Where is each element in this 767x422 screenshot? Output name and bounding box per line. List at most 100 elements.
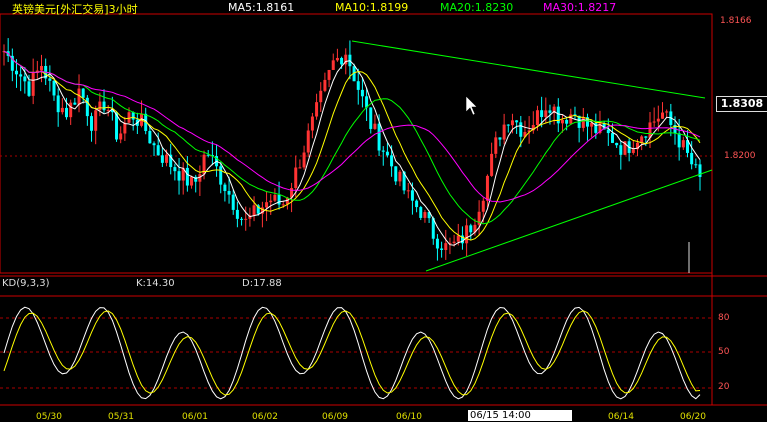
candle-body — [415, 200, 419, 208]
ma5-label: MA5:1.8161 — [228, 1, 295, 14]
candle-body — [252, 205, 256, 216]
ma30-label: MA30:1.8217 — [543, 1, 617, 14]
candle-body — [40, 65, 44, 71]
candle-body — [94, 110, 98, 131]
candle-body — [565, 119, 569, 124]
candle-body — [281, 204, 285, 206]
candle-body — [515, 120, 519, 123]
candle-body — [544, 110, 548, 118]
candle-body — [127, 112, 131, 123]
candle-body — [177, 171, 181, 181]
candle-body — [619, 145, 623, 155]
candle-body — [694, 164, 698, 166]
candle-body — [119, 133, 123, 140]
candle-body — [652, 121, 656, 123]
candle-body — [469, 225, 473, 233]
candle-body — [231, 194, 235, 210]
candle-body — [23, 76, 27, 82]
candle-body — [640, 136, 644, 143]
candle-body — [444, 243, 448, 250]
candle-body — [240, 218, 244, 220]
price-tick-top: 1.8166 — [720, 16, 752, 26]
candle-body — [510, 120, 514, 126]
candle-body — [223, 184, 227, 192]
chart-title: 英镑美元[外汇交易]3小时 — [12, 3, 138, 16]
candle-body — [540, 110, 544, 118]
candle-body — [123, 122, 127, 134]
current-price-box: 1.8308 — [716, 96, 767, 112]
candle-body — [15, 70, 19, 75]
mouse-cursor-icon — [465, 95, 478, 116]
candle-body — [310, 116, 314, 131]
candle-body — [31, 72, 35, 96]
candle-body — [302, 152, 306, 168]
candle-body — [152, 143, 156, 146]
candle-body — [377, 123, 381, 151]
candle-body — [440, 248, 444, 250]
candle-body — [381, 150, 385, 152]
candle-body — [360, 89, 364, 97]
candle-body — [356, 81, 360, 90]
trendline-lower — [425, 169, 713, 272]
candle-body — [419, 207, 423, 218]
candle-body — [160, 155, 164, 163]
candle-body — [465, 225, 469, 244]
candle-body — [306, 130, 310, 153]
candle-body — [319, 90, 323, 103]
candle-body — [219, 166, 223, 185]
candle-body — [690, 152, 694, 165]
candle-body — [335, 57, 339, 61]
candle-body — [56, 95, 60, 113]
ma10-line — [3, 50, 701, 241]
candle-body — [535, 110, 539, 125]
candle-body — [648, 122, 652, 138]
candle-body — [27, 81, 31, 96]
candle-body — [610, 133, 614, 143]
candle-body — [385, 151, 389, 156]
candle-body — [665, 111, 669, 113]
candle-body — [644, 136, 648, 138]
candle-body — [452, 241, 456, 243]
candle-body — [373, 123, 377, 129]
candle-body — [331, 60, 335, 70]
chart-stage: 英镑美元[外汇交易]3小时 MA5:1.8161 MA10:1.8199 MA2… — [0, 0, 767, 422]
candle-body — [265, 202, 269, 208]
kd-d-value: D:17.88 — [242, 278, 282, 289]
candle-body — [173, 167, 177, 172]
candle-body — [410, 190, 414, 201]
kd-d-line — [3, 310, 701, 396]
candle-body — [406, 190, 410, 192]
candle-body — [131, 112, 135, 120]
candle-body — [494, 137, 498, 154]
candle-body — [481, 200, 485, 212]
candle-body — [519, 122, 523, 137]
candle-body — [660, 112, 664, 119]
candle-body — [506, 124, 510, 126]
candle-body — [273, 194, 277, 201]
candle-body — [498, 137, 502, 140]
candle-body — [165, 154, 169, 163]
price-tick-mid: 1.8200 — [724, 151, 756, 161]
price-panel-frame — [0, 13, 713, 274]
candle-body — [106, 110, 110, 112]
candle-body — [65, 107, 69, 118]
candle-body — [581, 117, 585, 128]
candle-body — [19, 74, 23, 77]
candle-body — [681, 140, 685, 148]
ma20-label: MA20:1.8230 — [440, 1, 514, 14]
candle-body — [490, 153, 494, 176]
candle-body — [327, 69, 331, 80]
kd-k-value: K:14.30 — [136, 278, 175, 289]
candle-body — [102, 101, 106, 111]
candle-body — [98, 101, 102, 111]
candle-body — [560, 119, 564, 124]
candle-body — [69, 102, 73, 118]
kd-k-line — [3, 306, 701, 400]
kd-tick-80: 80 — [718, 313, 730, 323]
candle-body — [148, 130, 152, 144]
candle-body — [435, 238, 439, 249]
candle-body — [315, 102, 319, 117]
chart-canvas — [0, 13, 767, 406]
kd-indicator-name: KD(9,3,3) — [2, 278, 50, 289]
candle-body — [423, 212, 427, 218]
